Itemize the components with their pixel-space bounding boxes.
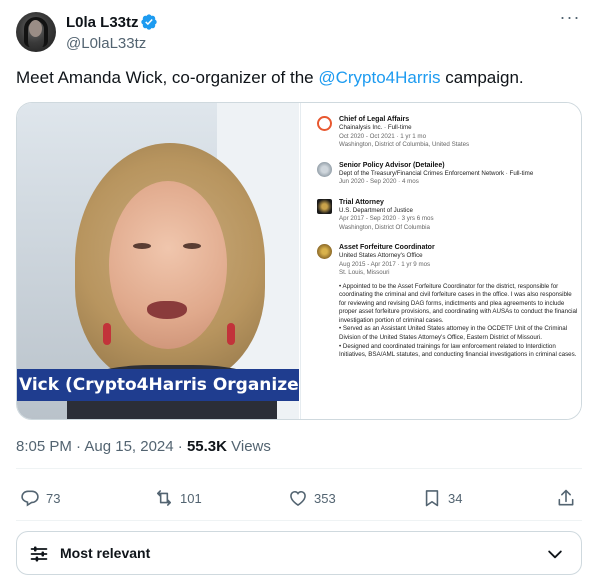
bookmark-button[interactable]: 34: [422, 486, 462, 510]
tweet-media[interactable]: Vick (Crypto4Harris Organizer) Chief of …: [16, 102, 582, 420]
user-handle[interactable]: @L0laL33tz: [66, 35, 146, 52]
description-bullet: • Designed and coordinated trainings for…: [339, 342, 577, 359]
description-bullet: • Appointed to be the Asset Forfeiture C…: [339, 282, 578, 324]
experience-dates: Jun 2020 - Sep 2020 · 4 mos: [339, 178, 419, 185]
experience-location: Washington, District of Columbia, United…: [339, 141, 470, 148]
experience-dates: Apr 2017 - Sep 2020 · 3 yrs 6 mos: [339, 215, 434, 222]
chevron-down-icon: [548, 550, 562, 559]
share-icon: [558, 489, 574, 506]
views-count: 55.3K: [186, 438, 227, 455]
divider: [16, 520, 582, 521]
experience-item: Senior Policy Advisor (Detailee) Dept of…: [317, 161, 573, 187]
experience-org: Dept of the Treasury/Financial Crimes En…: [339, 169, 534, 177]
reply-icon: [21, 490, 39, 507]
tweet-actions: 73 101 353 34: [16, 486, 582, 510]
tweet-text-start: Meet Amanda Wick, co-organizer of the: [16, 68, 319, 87]
reply-count: 73: [46, 490, 61, 506]
repost-button[interactable]: 101: [154, 486, 202, 510]
experience-item: Asset Forfeiture Coordinator United Stat…: [317, 243, 577, 360]
display-name[interactable]: L0la L33tz: [66, 14, 139, 31]
experience-title: Senior Policy Advisor (Detailee): [339, 161, 445, 169]
tweet-timestamp: 8:05 PM · Aug 15, 2024 · 55.3K Views: [16, 438, 271, 455]
experience-title: Chief of Legal Affairs: [339, 116, 410, 123]
experience-dates: Oct 2020 - Oct 2021 · 1 yr 1 mo: [339, 132, 427, 140]
linkedin-experience-screenshot: Chief of Legal Affairs Chainalysis Inc. …: [300, 103, 581, 419]
experience-description: • Appointed to be the Asset Forfeiture C…: [339, 283, 579, 360]
treasury-seal-icon: [317, 161, 332, 177]
more-options-icon[interactable]: ···: [558, 8, 582, 30]
video-frame[interactable]: Vick (Crypto4Harris Organizer): [17, 103, 299, 419]
share-button[interactable]: [556, 486, 582, 510]
bookmark-icon: [425, 490, 439, 507]
experience-item: Trial Attorney U.S. Department of Justic…: [317, 198, 573, 233]
like-count: 353: [314, 490, 336, 506]
mention-link[interactable]: @Crypto4Harris: [318, 68, 440, 87]
experience-item: Chief of Legal Affairs Chainalysis Inc. …: [317, 115, 573, 150]
experience-location: St. Louis, Missouri: [339, 269, 390, 276]
tweet-text-end: campaign.: [440, 68, 524, 87]
divider: [16, 468, 582, 469]
experience-dates: Aug 2015 - Apr 2017 · 1 yr 9 mos: [339, 260, 431, 268]
experience-location: Washington, District Of Columbia: [339, 223, 430, 231]
experience-title: Asset Forfeiture Coordinator: [339, 244, 435, 251]
verified-badge-icon: [141, 14, 157, 30]
experience-org: United States Attorney's Office: [339, 252, 423, 259]
avatar[interactable]: [16, 12, 56, 52]
usao-seal-icon: [317, 244, 332, 259]
tweet-text: Meet Amanda Wick, co-organizer of the @C…: [16, 66, 582, 90]
experience-org: U.S. Department of Justice: [339, 206, 413, 214]
video-caption-banner: Vick (Crypto4Harris Organizer): [17, 369, 299, 401]
repost-icon: [156, 490, 172, 506]
repost-count: 101: [180, 490, 202, 506]
bookmark-count: 34: [448, 490, 463, 506]
chainalysis-logo-icon: [317, 116, 332, 131]
tweet-header: L0la L33tz @L0laL33tz ···: [16, 8, 582, 56]
reply-button[interactable]: 73: [20, 486, 60, 510]
sliders-icon: [30, 546, 48, 562]
experience-title: Trial Attorney: [339, 198, 384, 206]
like-button[interactable]: 353: [288, 486, 336, 510]
heart-icon: [290, 490, 306, 507]
reply-sort-selector[interactable]: Most relevant: [16, 531, 582, 575]
views-label: Views: [226, 438, 271, 455]
post-time[interactable]: 8:05 PM · Aug 15, 2024 ·: [16, 438, 187, 455]
sort-label: Most relevant: [60, 545, 151, 561]
description-bullet: • Served as an Assistant United States a…: [339, 325, 568, 342]
doj-seal-icon: [317, 198, 332, 214]
experience-org: Chainalysis Inc. · Full-time: [339, 124, 412, 131]
